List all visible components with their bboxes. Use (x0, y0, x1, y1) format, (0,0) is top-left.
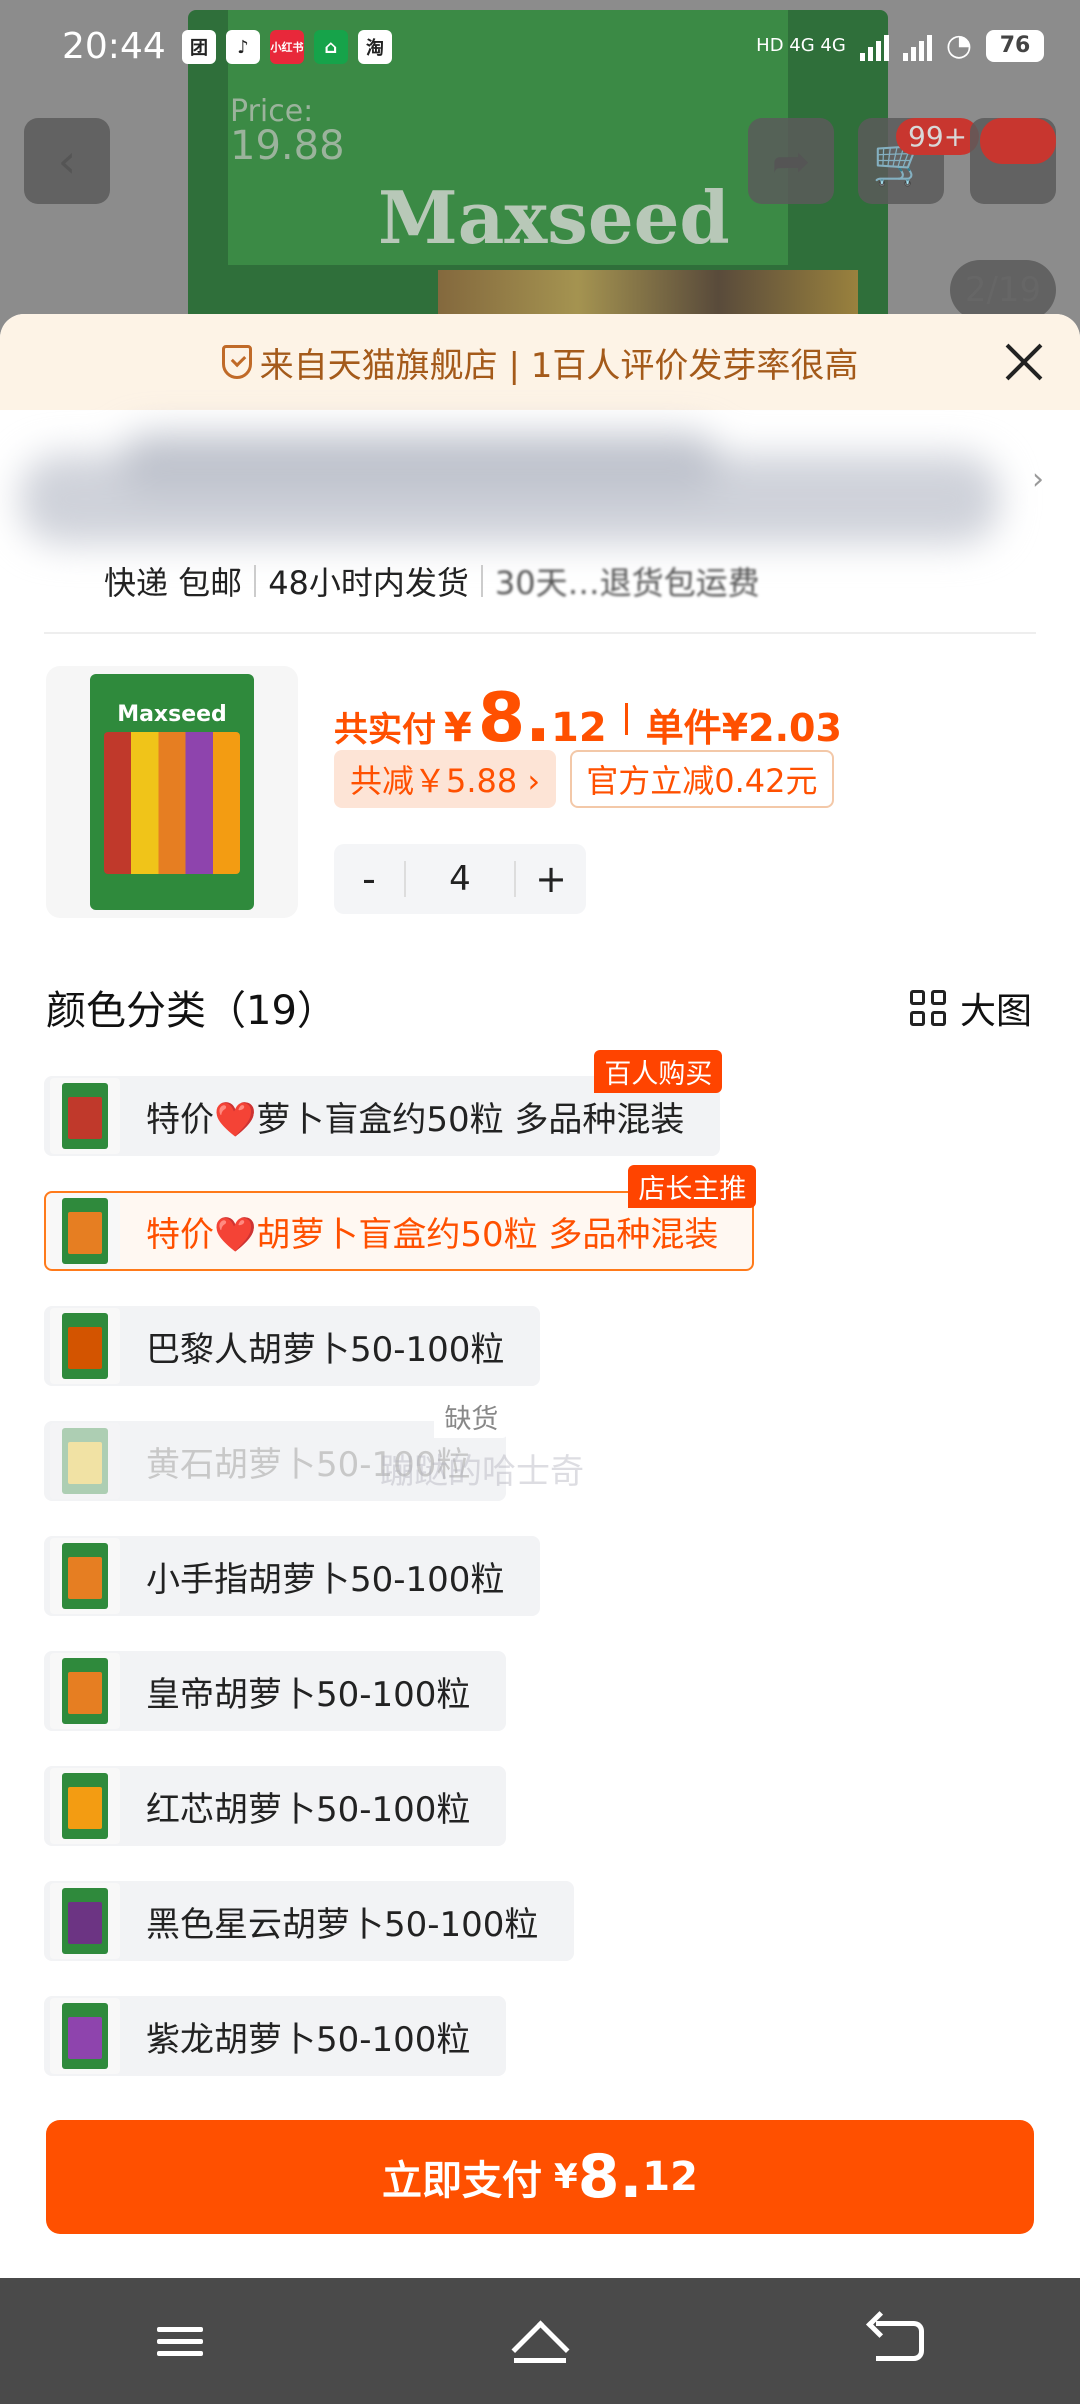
decrease-button[interactable]: - (334, 857, 404, 901)
sku-option-label: 皇帝胡萝卜50-100粒 (146, 1674, 471, 1715)
sku-option[interactable]: 皇帝胡萝卜50-100粒 (44, 1651, 507, 1731)
store-banner: 来自天猫旗舰店 | 1百人评价发芽率很高 (0, 314, 1080, 410)
product-thumbnail[interactable]: Maxseed (46, 666, 298, 918)
sku-option[interactable]: 黑色星云胡萝卜50-100粒 (44, 1881, 575, 1961)
sku-option-label: 黑色星云胡萝卜50-100粒 (146, 1904, 539, 1945)
sku-option-thumbnail (50, 1538, 120, 1614)
network-label: HD 4G 4G (756, 35, 846, 56)
sku-option-thumbnail (50, 1193, 120, 1269)
sku-option[interactable]: 巴黎人胡萝卜50-100粒 (44, 1306, 541, 1386)
grid-icon (909, 990, 946, 1026)
app-xiaohongshu-icon: 小红书 (270, 30, 304, 64)
sku-option[interactable]: 小手指胡萝卜50-100粒 (44, 1536, 541, 1616)
sku-option-label: 紫龙胡萝卜50-100粒 (146, 2019, 471, 2060)
quantity-value[interactable]: 4 (404, 861, 516, 897)
sku-option[interactable]: 特价❤️胡萝卜盲盒约50粒 多品种混装 店长主推 (44, 1165, 757, 1271)
app-taobao-icon: 淘 (358, 30, 392, 64)
sku-option[interactable]: 紫龙胡萝卜50-100粒 (44, 1996, 507, 2076)
sku-option-badge: 店长主推 (628, 1165, 757, 1208)
status-indicators: HD 4G 4G ◔ 76 (756, 28, 1044, 63)
wifi-icon: ◔ (945, 28, 972, 63)
sku-selection-sheet: 来自天猫旗舰店 | 1百人评价发芽率很高 › 快递 包邮 48小时内发货 30天… (0, 314, 1080, 2278)
sku-option-label: 特价❤️萝卜盲盒约50粒 多品种混装 (146, 1099, 685, 1140)
sku-option-thumbnail (50, 1768, 120, 1844)
discount-tags: 共减￥5.88 › 官方立减0.42元 (334, 750, 834, 808)
close-icon[interactable] (998, 336, 1050, 388)
sku-option-thumbnail (50, 1078, 120, 1154)
more-badge (980, 118, 1056, 164)
menu-button[interactable] (140, 2301, 220, 2381)
sku-option-badge: 缺货 (434, 1395, 509, 1438)
sku-option-label: 红芯胡萝卜50-100粒 (146, 1789, 471, 1830)
divider (44, 632, 1036, 634)
sku-option-label: 黄石胡萝卜50-100粒 (146, 1444, 471, 1485)
app-home-icon: ⌂ (314, 30, 348, 64)
status-bar: 20:44 团 ♪ 小红书 ⌂ 淘 HD 4G 4G ◔ 76 (0, 0, 1080, 98)
cart-count-badge: 99+ (896, 118, 980, 155)
back-arrow-icon[interactable]: ‹ (24, 118, 110, 204)
sku-option-label: 巴黎人胡萝卜50-100粒 (146, 1329, 505, 1370)
back-button[interactable] (860, 2301, 940, 2381)
notification-icons: 团 ♪ 小红书 ⌂ 淘 (182, 30, 392, 64)
package-price: Price: 19.88 (230, 94, 345, 169)
official-discount-tag: 官方立减0.42元 (570, 750, 834, 808)
home-icon (514, 2319, 566, 2363)
sku-option-thumbnail (50, 1423, 120, 1499)
system-nav-bar (0, 2278, 1080, 2404)
share-icon[interactable]: ➦ (748, 118, 834, 204)
sku-option-thumbnail (50, 1883, 120, 1959)
app-tuan-icon: 团 (182, 30, 216, 64)
back-icon (876, 2321, 924, 2361)
app-music-icon: ♪ (226, 30, 260, 64)
sku-option[interactable]: 红芯胡萝卜50-100粒 (44, 1766, 507, 1846)
sku-option[interactable]: 特价❤️萝卜盲盒约50粒 多品种混装 百人购买 (44, 1050, 723, 1156)
image-counter: 2/19 (950, 260, 1056, 320)
big-image-toggle[interactable]: 大图 (909, 982, 1032, 1034)
quantity-stepper: - 4 + (334, 844, 586, 914)
battery-icon: 76 (986, 29, 1044, 62)
banner-text: 来自天猫旗舰店 | 1百人评价发芽率很高 (259, 345, 859, 386)
total-price: 共实付 ¥ 8. 12 单件 ¥2.03 (334, 679, 842, 758)
menu-icon (157, 2320, 203, 2363)
sku-option: 黄石胡萝卜50-100粒 缺货 (44, 1395, 509, 1501)
signal-icon (859, 31, 889, 61)
sku-option-badge: 百人购买 (594, 1050, 723, 1093)
sku-option-thumbnail (50, 1998, 120, 2074)
increase-button[interactable]: + (516, 857, 586, 901)
address-redacted[interactable] (0, 414, 1030, 574)
shipping-info: 快递 包邮 48小时内发货 30天…退货包运费 (104, 564, 760, 602)
sku-option-label: 小手指胡萝卜50-100粒 (146, 1559, 505, 1600)
discount-detail-tag[interactable]: 共减￥5.88 › (334, 750, 557, 808)
sku-option-thumbnail (50, 1308, 120, 1384)
chevron-right-icon[interactable]: › (1032, 462, 1044, 497)
signal-icon (902, 31, 932, 61)
color-category-title: 颜色分类（19） (46, 988, 337, 1034)
option-list: 特价❤️萝卜盲盒约50粒 多品种混装 百人购买特价❤️胡萝卜盲盒约50粒 多品种混… (44, 1050, 1044, 2111)
shield-check-icon (221, 345, 252, 379)
pay-now-button[interactable]: 立即支付 ¥ 8. 12 (46, 2120, 1034, 2234)
brand-logo: Maxseed (378, 175, 730, 260)
home-button[interactable] (500, 2301, 580, 2381)
sku-option-thumbnail (50, 1653, 120, 1729)
status-time: 20:44 (62, 26, 166, 67)
sku-option-label: 特价❤️胡萝卜盲盒约50粒 多品种混装 (146, 1214, 719, 1255)
